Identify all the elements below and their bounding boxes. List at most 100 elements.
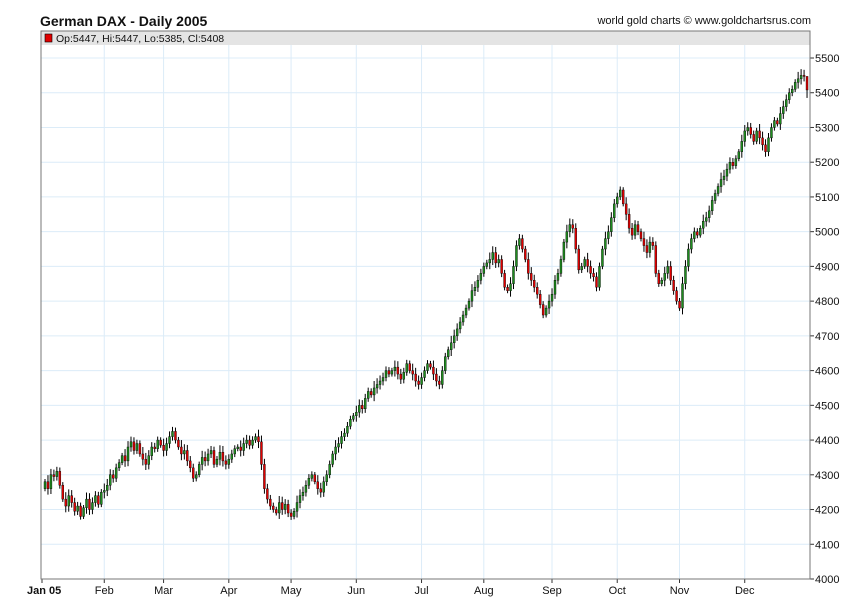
candle bbox=[307, 474, 311, 489]
candle bbox=[678, 298, 681, 311]
candle-body bbox=[624, 203, 628, 215]
y-tick-label: 4900 bbox=[815, 261, 839, 273]
candle bbox=[598, 262, 601, 291]
candle-body bbox=[236, 446, 239, 449]
candle-body bbox=[755, 130, 758, 142]
candle-body bbox=[301, 491, 305, 496]
candle-body bbox=[607, 231, 610, 239]
candle-body bbox=[269, 498, 272, 507]
candle-body bbox=[530, 273, 533, 281]
candle bbox=[328, 460, 331, 479]
candle-body bbox=[165, 443, 168, 451]
candle-body bbox=[97, 495, 100, 505]
candle-body bbox=[405, 363, 408, 373]
candle bbox=[153, 442, 156, 453]
candle-body bbox=[613, 203, 616, 218]
candle-body bbox=[103, 490, 106, 493]
y-tick-label: 4700 bbox=[815, 331, 839, 343]
candle-body bbox=[278, 502, 281, 514]
candle bbox=[245, 434, 248, 449]
candle bbox=[441, 366, 444, 389]
candle bbox=[476, 275, 480, 292]
candle-body bbox=[286, 504, 290, 514]
candle bbox=[619, 186, 622, 201]
candle-body bbox=[761, 137, 764, 146]
candle bbox=[393, 360, 397, 377]
candle bbox=[630, 222, 634, 240]
candle-body bbox=[642, 238, 646, 246]
y-tick-label: 4800 bbox=[815, 296, 839, 308]
candle bbox=[206, 448, 210, 466]
candle-body bbox=[743, 130, 746, 142]
candle-body bbox=[651, 241, 655, 246]
candle-body bbox=[737, 151, 741, 159]
candle-body bbox=[604, 238, 607, 250]
candle-body bbox=[681, 283, 684, 309]
candle bbox=[343, 428, 346, 441]
candle bbox=[123, 449, 127, 467]
candle-body bbox=[461, 314, 465, 323]
candle bbox=[221, 445, 225, 467]
candle-body bbox=[696, 231, 699, 236]
candle bbox=[248, 435, 251, 450]
candle-body bbox=[168, 436, 171, 444]
candle bbox=[506, 284, 509, 294]
candle-body bbox=[616, 196, 619, 205]
candle bbox=[556, 268, 560, 285]
candle-body bbox=[283, 504, 287, 510]
candle bbox=[390, 367, 394, 377]
candle bbox=[230, 449, 234, 463]
candle-body bbox=[559, 259, 563, 274]
candle bbox=[731, 158, 735, 170]
candle bbox=[263, 458, 266, 494]
candle bbox=[782, 100, 785, 119]
candle bbox=[438, 375, 441, 390]
candle-body bbox=[568, 224, 572, 232]
candle bbox=[396, 361, 400, 380]
candle bbox=[61, 482, 64, 502]
candle bbox=[521, 234, 524, 253]
candle bbox=[461, 310, 465, 326]
candle-body bbox=[476, 280, 480, 288]
candle-body bbox=[725, 168, 729, 177]
candle-body bbox=[239, 446, 242, 451]
candle-body bbox=[322, 481, 325, 493]
candle bbox=[361, 400, 364, 414]
candle-body bbox=[366, 391, 370, 399]
candle bbox=[527, 252, 530, 280]
candle-body bbox=[796, 78, 800, 83]
candle-body bbox=[408, 363, 411, 371]
candle-body bbox=[441, 370, 444, 385]
candle-body bbox=[713, 193, 717, 201]
candle bbox=[334, 440, 337, 461]
candle-body bbox=[346, 425, 349, 434]
candle-body bbox=[541, 304, 545, 316]
candle bbox=[212, 446, 216, 468]
candle bbox=[725, 163, 729, 182]
candle bbox=[369, 388, 373, 398]
candle bbox=[509, 277, 512, 297]
candle bbox=[97, 491, 100, 508]
candle bbox=[770, 123, 773, 142]
candle bbox=[470, 284, 474, 308]
candle-body bbox=[275, 509, 278, 514]
candle-body bbox=[527, 259, 530, 274]
candle bbox=[281, 496, 284, 515]
candle-body bbox=[452, 335, 456, 344]
candle-body bbox=[805, 76, 809, 91]
candle-body bbox=[627, 214, 631, 229]
candle-body bbox=[260, 441, 263, 465]
candle bbox=[805, 76, 809, 98]
candle-body bbox=[224, 460, 228, 465]
candle bbox=[607, 225, 610, 245]
candle-body bbox=[571, 224, 574, 229]
candle bbox=[94, 491, 97, 507]
candle-body bbox=[393, 366, 397, 371]
candle bbox=[734, 155, 738, 169]
candle-body bbox=[46, 481, 50, 489]
candle-body bbox=[565, 231, 569, 243]
candle bbox=[565, 224, 569, 249]
y-tick-label: 5300 bbox=[815, 122, 839, 134]
candle bbox=[295, 495, 299, 518]
candle-body bbox=[156, 439, 159, 449]
